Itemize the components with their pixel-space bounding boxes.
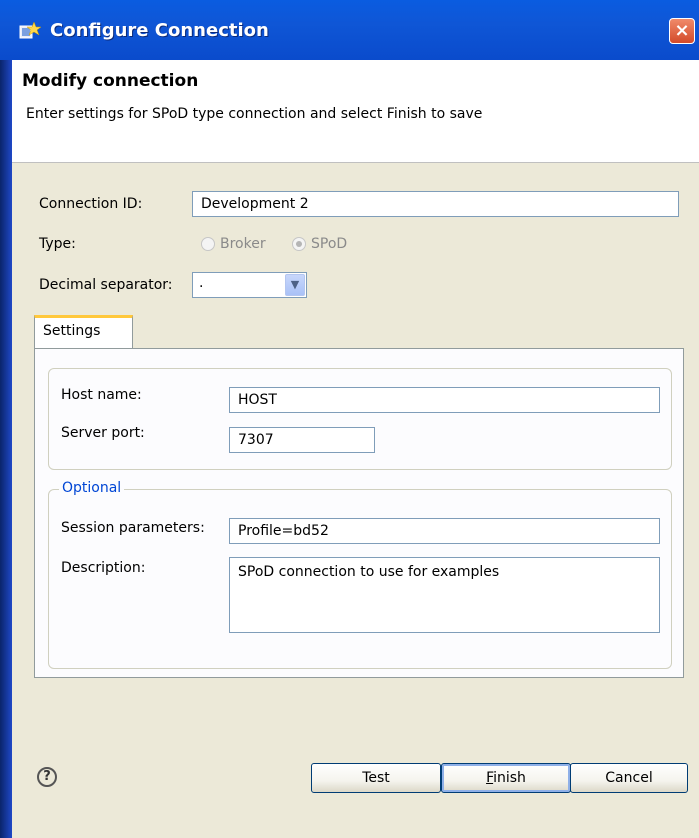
type-broker-radio[interactable] (201, 237, 215, 251)
server-port-label: Server port: (61, 425, 145, 441)
test-button[interactable]: Test (311, 763, 441, 793)
description-label: Description: (61, 560, 146, 576)
titlebar[interactable]: Configure Connection × (0, 0, 699, 60)
dialog-header: Modify connection Enter settings for SPo… (12, 60, 699, 163)
server-port-input[interactable]: 7307 (229, 427, 375, 453)
session-parameters-input[interactable]: Profile=bd52 (229, 518, 660, 544)
description-textarea[interactable]: SPoD connection to use for examples (229, 557, 660, 633)
connection-settings-group: Host name: HOST Server port: 7307 (48, 368, 672, 470)
optional-legend: Optional (59, 480, 125, 496)
decimal-separator-select[interactable]: . ▼ (192, 272, 307, 298)
type-spod-radio[interactable] (292, 237, 306, 251)
connection-id-input[interactable]: Development 2 (192, 191, 679, 217)
help-icon[interactable]: ? (37, 767, 57, 787)
connection-app-icon (19, 21, 42, 39)
configure-connection-dialog: Configure Connection × Modify connection… (0, 0, 699, 838)
tab-settings[interactable]: Settings (34, 315, 133, 349)
close-button[interactable]: × (669, 18, 695, 44)
cancel-button[interactable]: Cancel (570, 763, 688, 793)
finish-label-rest: inish (493, 770, 526, 786)
session-parameters-label: Session parameters: (61, 520, 205, 536)
connection-id-label: Connection ID: (39, 196, 143, 212)
finish-button[interactable]: Finish (441, 763, 571, 793)
window-left-border (0, 0, 12, 838)
header-description: Enter settings for SPoD type connection … (26, 106, 483, 122)
close-icon: × (674, 20, 690, 41)
header-title: Modify connection (22, 71, 199, 91)
settings-tab-panel: Host name: HOST Server port: 7307 Option… (34, 348, 684, 678)
type-label: Type: (39, 236, 76, 252)
host-name-label: Host name: (61, 387, 142, 403)
window-title: Configure Connection (50, 20, 269, 41)
host-name-input[interactable]: HOST (229, 387, 660, 413)
chevron-down-icon[interactable]: ▼ (285, 274, 305, 296)
type-broker-label: Broker (220, 236, 266, 252)
dialog-content: Connection ID: Development 2 Type: Broke… (12, 163, 699, 763)
optional-group: Optional Session parameters: Profile=bd5… (48, 480, 672, 669)
decimal-separator-value: . (199, 275, 204, 291)
decimal-separator-label: Decimal separator: (39, 277, 173, 293)
type-spod-label: SPoD (311, 236, 348, 252)
